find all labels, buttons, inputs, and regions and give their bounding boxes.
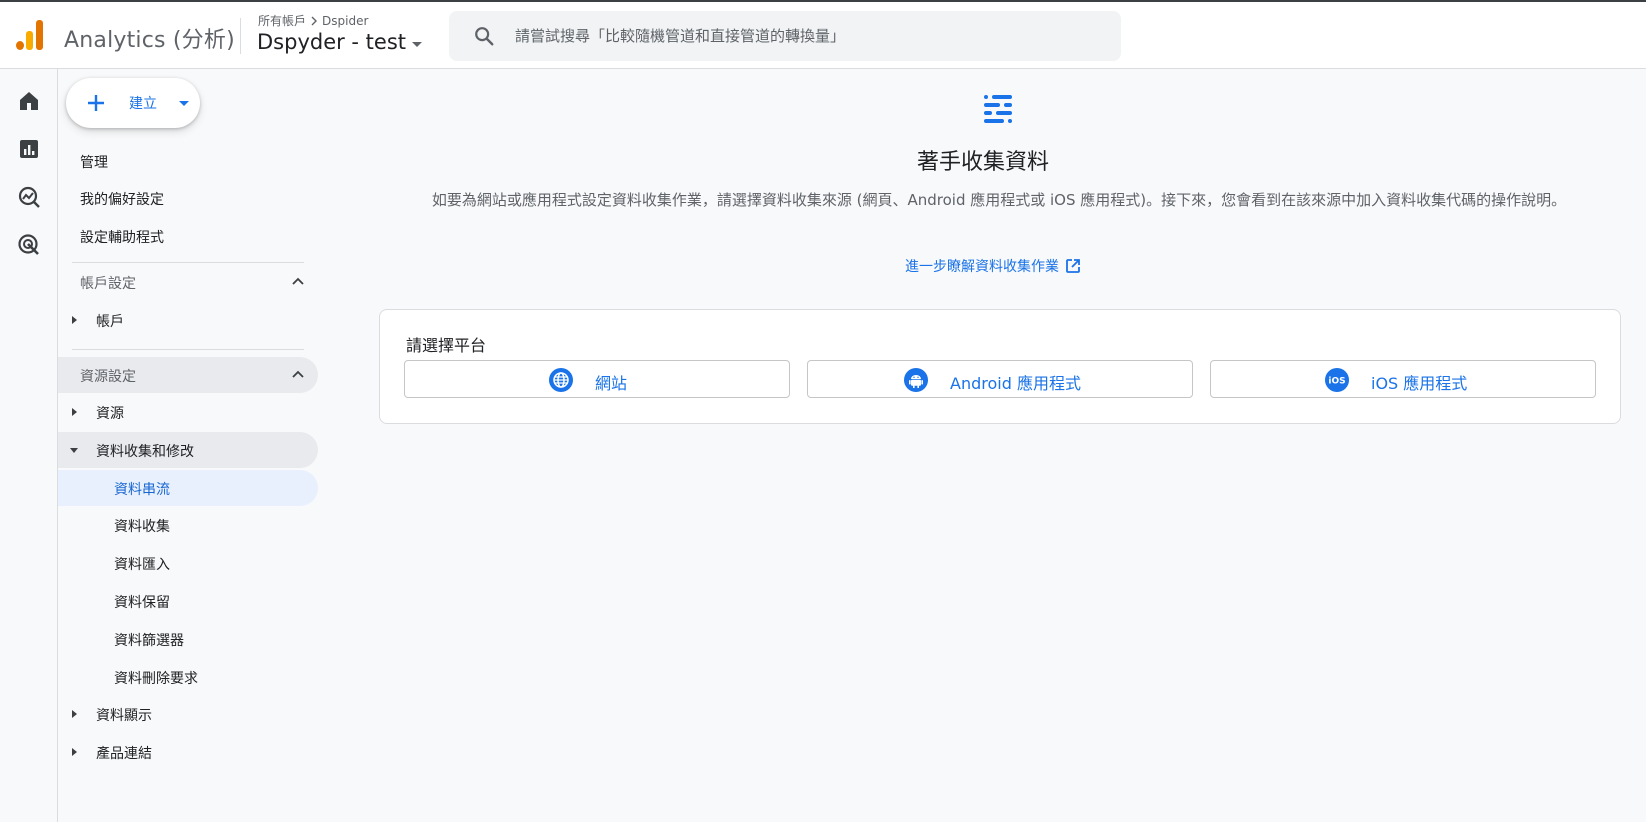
android-platform-label: Android 應用程式 bbox=[950, 374, 1081, 393]
globe-icon bbox=[549, 368, 573, 392]
svg-text:iOS: iOS bbox=[1328, 377, 1345, 387]
ios-platform-label: iOS 應用程式 bbox=[1371, 374, 1468, 393]
sidebar-item-account[interactable]: 帳戶 bbox=[58, 302, 318, 338]
open-in-new-icon bbox=[1066, 259, 1080, 273]
main-content: 著手收集資料 如要為網站或應用程式設定資料收集作業，請選擇資料收集來源 (網頁、… bbox=[320, 69, 1646, 822]
sidebar-item-data-collection[interactable]: 資料收集和修改 bbox=[58, 432, 318, 468]
sidebar-item-label: 我的偏好設定 bbox=[80, 192, 164, 208]
sidebar-item-label: 資源 bbox=[96, 406, 124, 422]
sidebar-item-label: 帳戶 bbox=[96, 314, 124, 330]
create-button-label: 建立 bbox=[129, 96, 157, 112]
platform-selection-card: 請選擇平台 網站 Android 應用程式 iOS iOS 應用程式 bbox=[379, 309, 1621, 424]
platform-card-title: 請選擇平台 bbox=[406, 336, 487, 355]
sidebar-item-label: 資料保留 bbox=[114, 595, 170, 611]
sidebar-item-data-filters[interactable]: 資料篩選器 bbox=[58, 621, 318, 657]
ios-icon: iOS bbox=[1325, 368, 1349, 392]
sidebar-item-data-streams[interactable]: 資料串流 bbox=[58, 470, 318, 506]
sidebar-item-label: 產品連結 bbox=[96, 746, 152, 762]
sidebar-item-data-deletion[interactable]: 資料刪除要求 bbox=[58, 659, 318, 695]
chevron-down-icon bbox=[179, 101, 189, 106]
section-property-settings[interactable]: 資源設定 bbox=[58, 357, 318, 393]
sidebar-item-product-links[interactable]: 產品連結 bbox=[58, 734, 318, 770]
sidebar-item-admin[interactable]: 管理 bbox=[58, 143, 318, 179]
sidebar-item-label: 資料匯入 bbox=[114, 557, 170, 573]
page-title: 著手收集資料 bbox=[916, 150, 1049, 175]
chevron-up-icon bbox=[292, 370, 304, 378]
advertising-icon[interactable] bbox=[17, 233, 41, 257]
sidebar-item-preferences[interactable]: 我的偏好設定 bbox=[58, 180, 318, 216]
data-streams-icon bbox=[984, 95, 1012, 123]
breadcrumb: 所有帳戶 Dspider bbox=[258, 12, 368, 29]
section-title: 帳戶設定 bbox=[80, 276, 136, 292]
property-selector[interactable]: Dspyder - test bbox=[257, 30, 423, 54]
sidebar-item-label: 管理 bbox=[80, 155, 108, 171]
app-name: Analytics (分析) bbox=[64, 28, 235, 53]
expand-arrow-icon bbox=[72, 748, 77, 756]
sidebar-item-property[interactable]: 資源 bbox=[58, 394, 318, 430]
expand-arrow-icon bbox=[72, 408, 77, 416]
sidebar-divider bbox=[72, 349, 304, 350]
section-title: 資源設定 bbox=[80, 369, 136, 385]
admin-sidebar: 建立 管理 我的偏好設定 設定輔助程式 帳戶設定 帳戶 資源設定 資源 資料收集… bbox=[58, 69, 320, 822]
android-platform-button[interactable]: Android 應用程式 bbox=[807, 360, 1193, 398]
section-account-settings[interactable]: 帳戶設定 bbox=[58, 264, 318, 300]
analytics-logo-icon[interactable] bbox=[16, 20, 44, 50]
chevron-right-icon bbox=[311, 16, 318, 25]
sidebar-item-label: 資料收集和修改 bbox=[96, 444, 194, 460]
sidebar-item-data-retention[interactable]: 資料保留 bbox=[58, 583, 318, 619]
collapse-arrow-icon bbox=[70, 448, 78, 453]
sidebar-item-data-import[interactable]: 資料匯入 bbox=[58, 545, 318, 581]
sidebar-item-label: 資料篩選器 bbox=[114, 633, 184, 649]
breadcrumb-root[interactable]: 所有帳戶 bbox=[258, 12, 306, 29]
top-app-bar: Analytics (分析) 所有帳戶 Dspider Dspyder - te… bbox=[0, 0, 1646, 69]
chevron-down-icon bbox=[412, 41, 423, 47]
learn-more-label: 進一步瞭解資料收集作業 bbox=[905, 259, 1059, 275]
chevron-up-icon bbox=[292, 277, 304, 285]
expand-arrow-icon bbox=[72, 316, 77, 324]
web-platform-label: 網站 bbox=[595, 374, 628, 393]
web-platform-button[interactable]: 網站 bbox=[404, 360, 790, 398]
android-icon bbox=[904, 368, 928, 392]
ios-platform-button[interactable]: iOS iOS 應用程式 bbox=[1210, 360, 1596, 398]
header-divider bbox=[240, 18, 241, 54]
sidebar-item-label: 資料收集 bbox=[114, 519, 170, 535]
home-icon[interactable] bbox=[17, 89, 41, 113]
breadcrumb-account[interactable]: Dspider bbox=[322, 14, 368, 28]
sidebar-divider bbox=[72, 262, 304, 263]
search-input[interactable] bbox=[515, 23, 1095, 49]
sidebar-item-label: 資料刪除要求 bbox=[114, 671, 198, 687]
sidebar-item-label: 設定輔助程式 bbox=[80, 230, 164, 246]
sidebar-item-data-display[interactable]: 資料顯示 bbox=[58, 696, 318, 732]
sidebar-item-label: 資料顯示 bbox=[96, 708, 152, 724]
search-bar[interactable] bbox=[449, 11, 1121, 61]
sidebar-item-data-collection-sub[interactable]: 資料收集 bbox=[58, 507, 318, 543]
expand-arrow-icon bbox=[72, 710, 77, 718]
sidebar-item-setup-assistant[interactable]: 設定輔助程式 bbox=[58, 218, 318, 254]
explore-icon[interactable] bbox=[17, 185, 41, 209]
page-description: 如要為網站或應用程式設定資料收集作業，請選擇資料收集來源 (網頁、Android… bbox=[431, 191, 1567, 209]
learn-more-link[interactable]: 進一步瞭解資料收集作業 bbox=[905, 256, 1081, 276]
search-icon bbox=[475, 27, 494, 46]
reports-icon[interactable] bbox=[17, 137, 41, 161]
plus-icon bbox=[88, 95, 104, 111]
sidebar-item-label: 資料串流 bbox=[114, 482, 170, 498]
create-button[interactable]: 建立 bbox=[66, 78, 200, 128]
property-name: Dspyder - test bbox=[257, 30, 407, 54]
navigation-rail bbox=[0, 69, 58, 822]
